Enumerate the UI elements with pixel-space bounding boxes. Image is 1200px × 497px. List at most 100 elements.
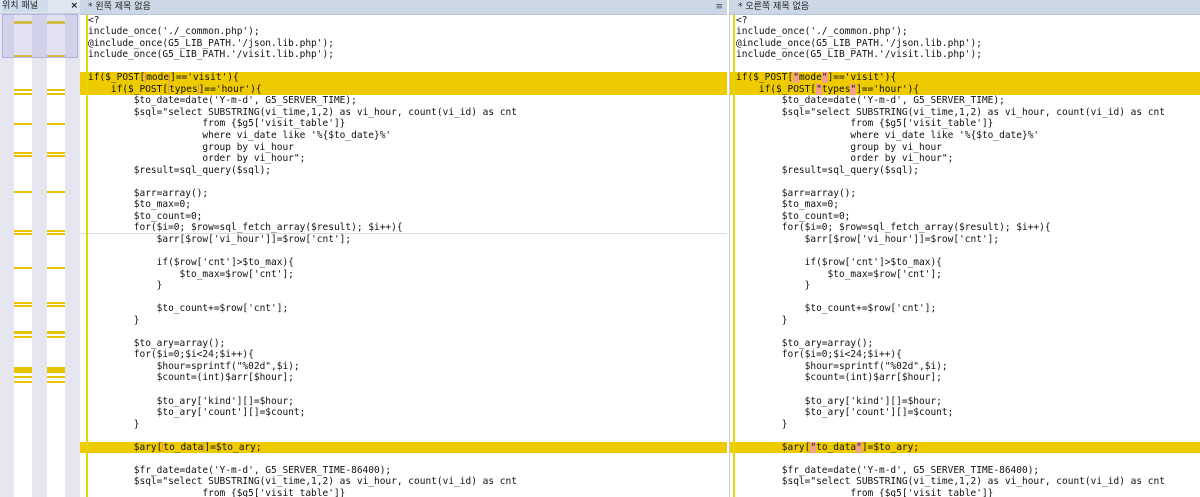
code-line[interactable]: order by vi_hour"; <box>730 153 1200 165</box>
diff-location-marker[interactable] <box>47 381 65 383</box>
diff-location-marker[interactable] <box>47 305 65 307</box>
code-line[interactable]: $hour=sprintf("%02d",$i); <box>730 361 1200 373</box>
code-line[interactable]: include_once('./_common.php'); <box>80 26 727 38</box>
diff-location-marker[interactable] <box>14 233 32 235</box>
code-line[interactable] <box>80 292 727 304</box>
code-line[interactable]: $arr=array(); <box>730 188 1200 200</box>
diff-line[interactable]: $ary[to_data]=$to_ary; <box>80 441 727 454</box>
location-viewport-box[interactable] <box>2 14 78 58</box>
code-line[interactable]: <? <box>730 15 1200 27</box>
code-line[interactable]: $arr[$row['vi_hour']]=$row['cnt']; <box>730 234 1200 246</box>
code-line[interactable]: $fr_date=date('Y-m-d', G5_SERVER_TIME-86… <box>80 465 727 477</box>
diff-location-marker[interactable] <box>14 123 32 125</box>
code-line[interactable]: @include_once(G5_LIB_PATH.'/json.lib.php… <box>80 38 727 50</box>
code-line[interactable] <box>80 430 727 442</box>
code-line[interactable]: } <box>730 315 1200 327</box>
code-line[interactable] <box>80 326 727 338</box>
code-line[interactable]: $to_count=0; <box>80 211 727 223</box>
diff-location-marker[interactable] <box>14 152 32 154</box>
code-line[interactable] <box>730 453 1200 465</box>
location-left-column[interactable] <box>14 14 32 497</box>
diff-line[interactable]: if($_POST["mode"]=='visit'){ <box>730 72 1200 84</box>
diff-line[interactable]: if($_POST[types]=='hour'){ <box>80 83 727 96</box>
code-line[interactable] <box>730 176 1200 188</box>
code-line[interactable]: $result=sql_query($sql); <box>730 165 1200 177</box>
code-line[interactable]: $to_date=date('Y-m-d', G5_SERVER_TIME); <box>80 95 727 107</box>
code-line[interactable]: for($i=0;$i<24;$i++){ <box>730 349 1200 361</box>
diff-location-marker[interactable] <box>14 191 32 193</box>
code-line[interactable] <box>80 176 727 188</box>
code-line[interactable]: } <box>730 280 1200 292</box>
code-line[interactable]: if($row['cnt']>$to_max){ <box>730 257 1200 269</box>
code-line[interactable]: $to_max=0; <box>730 199 1200 211</box>
diff-location-marker[interactable] <box>14 367 32 373</box>
close-icon[interactable]: × <box>70 0 78 12</box>
diff-line[interactable]: $ary["to_data"]=$to_ary; <box>730 441 1200 454</box>
code-line[interactable] <box>730 384 1200 396</box>
location-right-column[interactable] <box>47 14 65 497</box>
right-code-editor[interactable]: <? include_once('./_common.php'); @include… <box>730 15 1200 497</box>
code-line[interactable]: from {$g5['visit_table']} <box>80 488 727 497</box>
diff-location-marker[interactable] <box>47 267 65 269</box>
code-line[interactable]: where vi_date like '%{$to_date}%' <box>80 130 727 142</box>
diff-location-marker[interactable] <box>47 191 65 193</box>
code-line[interactable]: $sql="select SUBSTRING(vi_time,1,2) as v… <box>80 107 727 119</box>
code-line[interactable]: $to_date=date('Y-m-d', G5_SERVER_TIME); <box>730 95 1200 107</box>
diff-line[interactable]: if($_POST[mode]=='visit'){ <box>80 72 727 84</box>
code-line[interactable]: $arr=array(); <box>80 188 727 200</box>
code-line[interactable]: include_once('./_common.php'); <box>730 26 1200 38</box>
code-line[interactable]: $to_ary['count'][]=$count; <box>80 407 727 419</box>
code-line[interactable]: $count=(int)$arr[$hour]; <box>80 372 727 384</box>
code-line[interactable]: $arr[$row['vi_hour']]=$row['cnt']; <box>80 234 727 246</box>
diff-location-marker[interactable] <box>14 93 32 95</box>
code-line[interactable] <box>730 245 1200 257</box>
code-line[interactable]: include_once(G5_LIB_PATH.'/visit.lib.php… <box>80 49 727 61</box>
diff-location-marker[interactable] <box>47 376 65 378</box>
code-line[interactable]: $to_max=$row['cnt']; <box>730 269 1200 281</box>
code-line[interactable]: } <box>80 280 727 292</box>
code-line[interactable]: for($i=0;$i<24;$i++){ <box>80 349 727 361</box>
code-line[interactable]: group by vi_hour <box>80 142 727 154</box>
diff-location-marker[interactable] <box>14 89 32 91</box>
code-line[interactable] <box>80 245 727 257</box>
code-line[interactable]: $to_count=0; <box>730 211 1200 223</box>
left-pane[interactable]: * 왼쪽 제목 없음 ≡ <? include_once('./_common.p… <box>80 0 727 497</box>
code-line[interactable]: $to_ary['kind'][]=$hour; <box>730 396 1200 408</box>
diff-location-marker[interactable] <box>47 89 65 91</box>
code-line[interactable]: order by vi_hour"; <box>80 153 727 165</box>
code-line[interactable]: } <box>80 419 727 431</box>
code-line[interactable]: $to_count+=$row['cnt']; <box>80 303 727 315</box>
code-line[interactable]: } <box>80 315 727 327</box>
diff-location-marker[interactable] <box>47 155 65 157</box>
code-line[interactable]: from {$g5['visit_table']} <box>80 118 727 130</box>
code-line[interactable] <box>730 430 1200 442</box>
code-line[interactable]: from {$g5['visit_table']} <box>730 488 1200 497</box>
code-line[interactable]: $sql="select SUBSTRING(vi_time,1,2) as v… <box>730 476 1200 488</box>
code-line[interactable]: $to_ary=array(); <box>80 338 727 350</box>
code-line[interactable]: $to_ary['kind'][]=$hour; <box>80 396 727 408</box>
diff-line[interactable]: if($_POST["types"]=='hour'){ <box>730 83 1200 96</box>
code-line[interactable]: $to_max=0; <box>80 199 727 211</box>
diff-location-marker[interactable] <box>47 367 65 373</box>
code-line[interactable]: $to_count+=$row['cnt']; <box>730 303 1200 315</box>
diff-location-marker[interactable] <box>14 336 32 338</box>
code-line[interactable]: $to_max=$row['cnt']; <box>80 269 727 281</box>
code-line[interactable]: } <box>730 419 1200 431</box>
diff-location-marker[interactable] <box>47 336 65 338</box>
diff-location-marker[interactable] <box>14 331 32 334</box>
code-line[interactable] <box>80 61 727 73</box>
code-line[interactable]: $hour=sprintf("%02d",$i); <box>80 361 727 373</box>
diff-location-marker[interactable] <box>14 267 32 269</box>
code-line[interactable]: $fr_date=date('Y-m-d', G5_SERVER_TIME-86… <box>730 465 1200 477</box>
code-line[interactable]: from {$g5['visit_table']} <box>730 118 1200 130</box>
code-line[interactable]: for($i=0; $row=sql_fetch_array($result);… <box>80 222 727 234</box>
diff-location-marker[interactable] <box>14 381 32 383</box>
location-panel[interactable]: 위치 패널 × <box>0 0 81 497</box>
right-pane[interactable]: * 오른쪽 제목 없음 <? include_once('./_common.ph… <box>729 0 1200 497</box>
diff-location-marker[interactable] <box>47 230 65 232</box>
code-line[interactable]: where vi_date like '%{$to_date}%' <box>730 130 1200 142</box>
diff-location-marker[interactable] <box>47 331 65 334</box>
diff-location-marker[interactable] <box>47 93 65 95</box>
diff-location-marker[interactable] <box>47 123 65 125</box>
code-line[interactable]: <? <box>80 15 727 27</box>
